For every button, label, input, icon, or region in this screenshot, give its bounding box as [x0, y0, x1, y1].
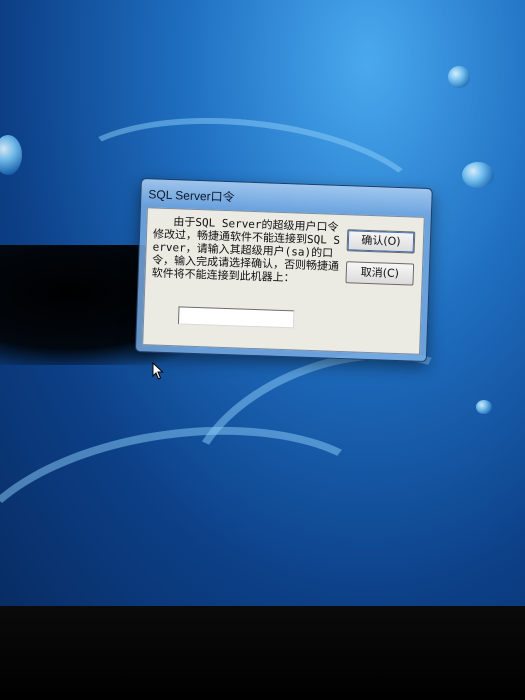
- water-droplet: [462, 162, 494, 188]
- cancel-button[interactable]: 取消(C): [345, 261, 415, 286]
- sql-password-dialog: SQL Server口令 由于SQL Server的超级用户口令修改过，畅捷通软…: [134, 178, 433, 363]
- confirm-button[interactable]: 确认(O): [346, 229, 416, 254]
- dialog-message: 由于SQL Server的超级用户口令修改过，畅捷通软件不能连接到SQL Ser…: [151, 214, 341, 285]
- monitor-bezel: [0, 606, 525, 700]
- water-droplet: [448, 66, 470, 88]
- dialog-client-area: 由于SQL Server的超级用户口令修改过，畅捷通软件不能连接到SQL Ser…: [142, 207, 425, 355]
- desktop: SQL Server口令 由于SQL Server的超级用户口令修改过，畅捷通软…: [0, 0, 525, 612]
- dialog-title: SQL Server口令: [148, 187, 235, 205]
- water-droplet: [0, 135, 22, 175]
- password-input[interactable]: [177, 306, 295, 329]
